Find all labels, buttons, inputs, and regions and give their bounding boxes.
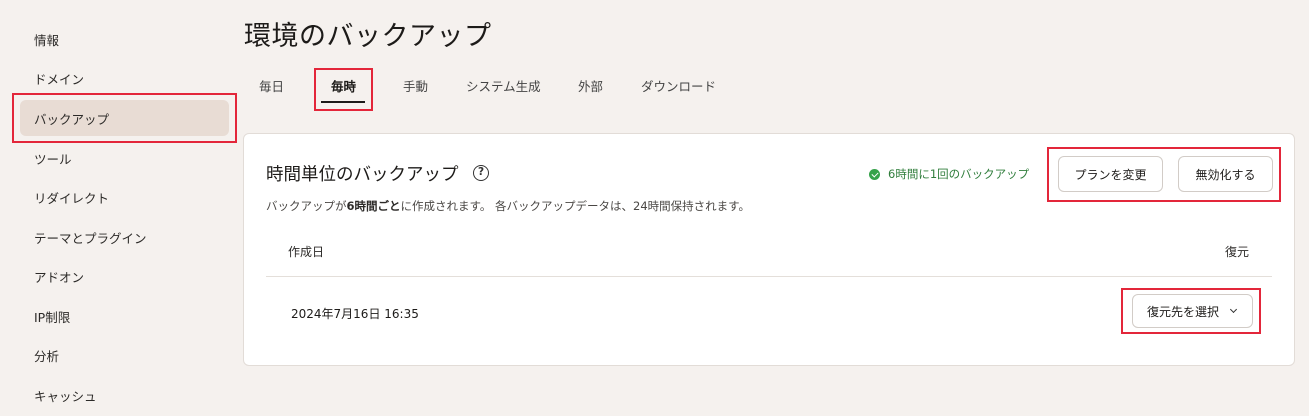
tab-hourly[interactable]: 毎時	[331, 76, 356, 100]
tab-manual[interactable]: 手動	[403, 76, 428, 100]
description-interval: 6時間ごと	[346, 199, 401, 213]
table-divider	[266, 276, 1272, 277]
column-header-restore: 復元	[1225, 245, 1250, 259]
chevron-down-icon	[1229, 305, 1238, 314]
description-suffix: に作成されます。 各バックアップデータは、24時間保持されます。	[400, 199, 751, 213]
sidebar-item-backups[interactable]: バックアップ	[20, 100, 229, 136]
backup-created-date: 2024年7月16日 16:35	[291, 307, 419, 321]
sidebar-item-ip-deny[interactable]: IP制限	[20, 298, 229, 334]
tab-system-generated[interactable]: システム生成	[466, 76, 541, 100]
tab-download[interactable]: ダウンロード	[641, 76, 716, 100]
sidebar-item-domains[interactable]: ドメイン	[20, 60, 229, 96]
description-prefix: バックアップが	[266, 199, 347, 213]
restore-target-select[interactable]: 復元先を選択	[1132, 294, 1253, 328]
tab-active-underline	[321, 101, 365, 103]
tab-daily[interactable]: 毎日	[259, 76, 284, 100]
column-header-created: 作成日	[288, 245, 325, 259]
sidebar-item-redirects[interactable]: リダイレクト	[20, 179, 229, 215]
card-title: 時間単位のバックアップ	[266, 165, 459, 185]
sidebar-item-tools[interactable]: ツール	[20, 140, 229, 176]
card-description: バックアップが6時間ごとに作成されます。 各バックアップデータは、24時間保持さ…	[266, 198, 750, 214]
change-plan-button[interactable]: プランを変更	[1058, 156, 1163, 192]
sidebar: 情報 ドメイン バックアップ ツール リダイレクト テーマとプラグイン アドオン…	[0, 0, 240, 416]
check-circle-icon	[869, 168, 880, 180]
disable-button[interactable]: 無効化する	[1178, 156, 1273, 192]
tab-external[interactable]: 外部	[578, 76, 603, 100]
sidebar-item-themes-plugins[interactable]: テーマとプラグイン	[20, 219, 229, 255]
status-text: 6時間に1回のバックアップ	[888, 167, 1030, 181]
question-icon[interactable]: ?	[473, 165, 489, 181]
sidebar-item-caching[interactable]: キャッシュ	[20, 377, 229, 413]
page-title: 環境のバックアップ	[244, 21, 492, 52]
sidebar-item-analytics[interactable]: 分析	[20, 337, 229, 373]
sidebar-item-info[interactable]: 情報	[20, 21, 229, 57]
restore-target-label: 復元先を選択	[1147, 304, 1220, 319]
sidebar-item-addons[interactable]: アドオン	[20, 258, 229, 294]
status-badge: 6時間に1回のバックアップ	[869, 166, 1029, 182]
